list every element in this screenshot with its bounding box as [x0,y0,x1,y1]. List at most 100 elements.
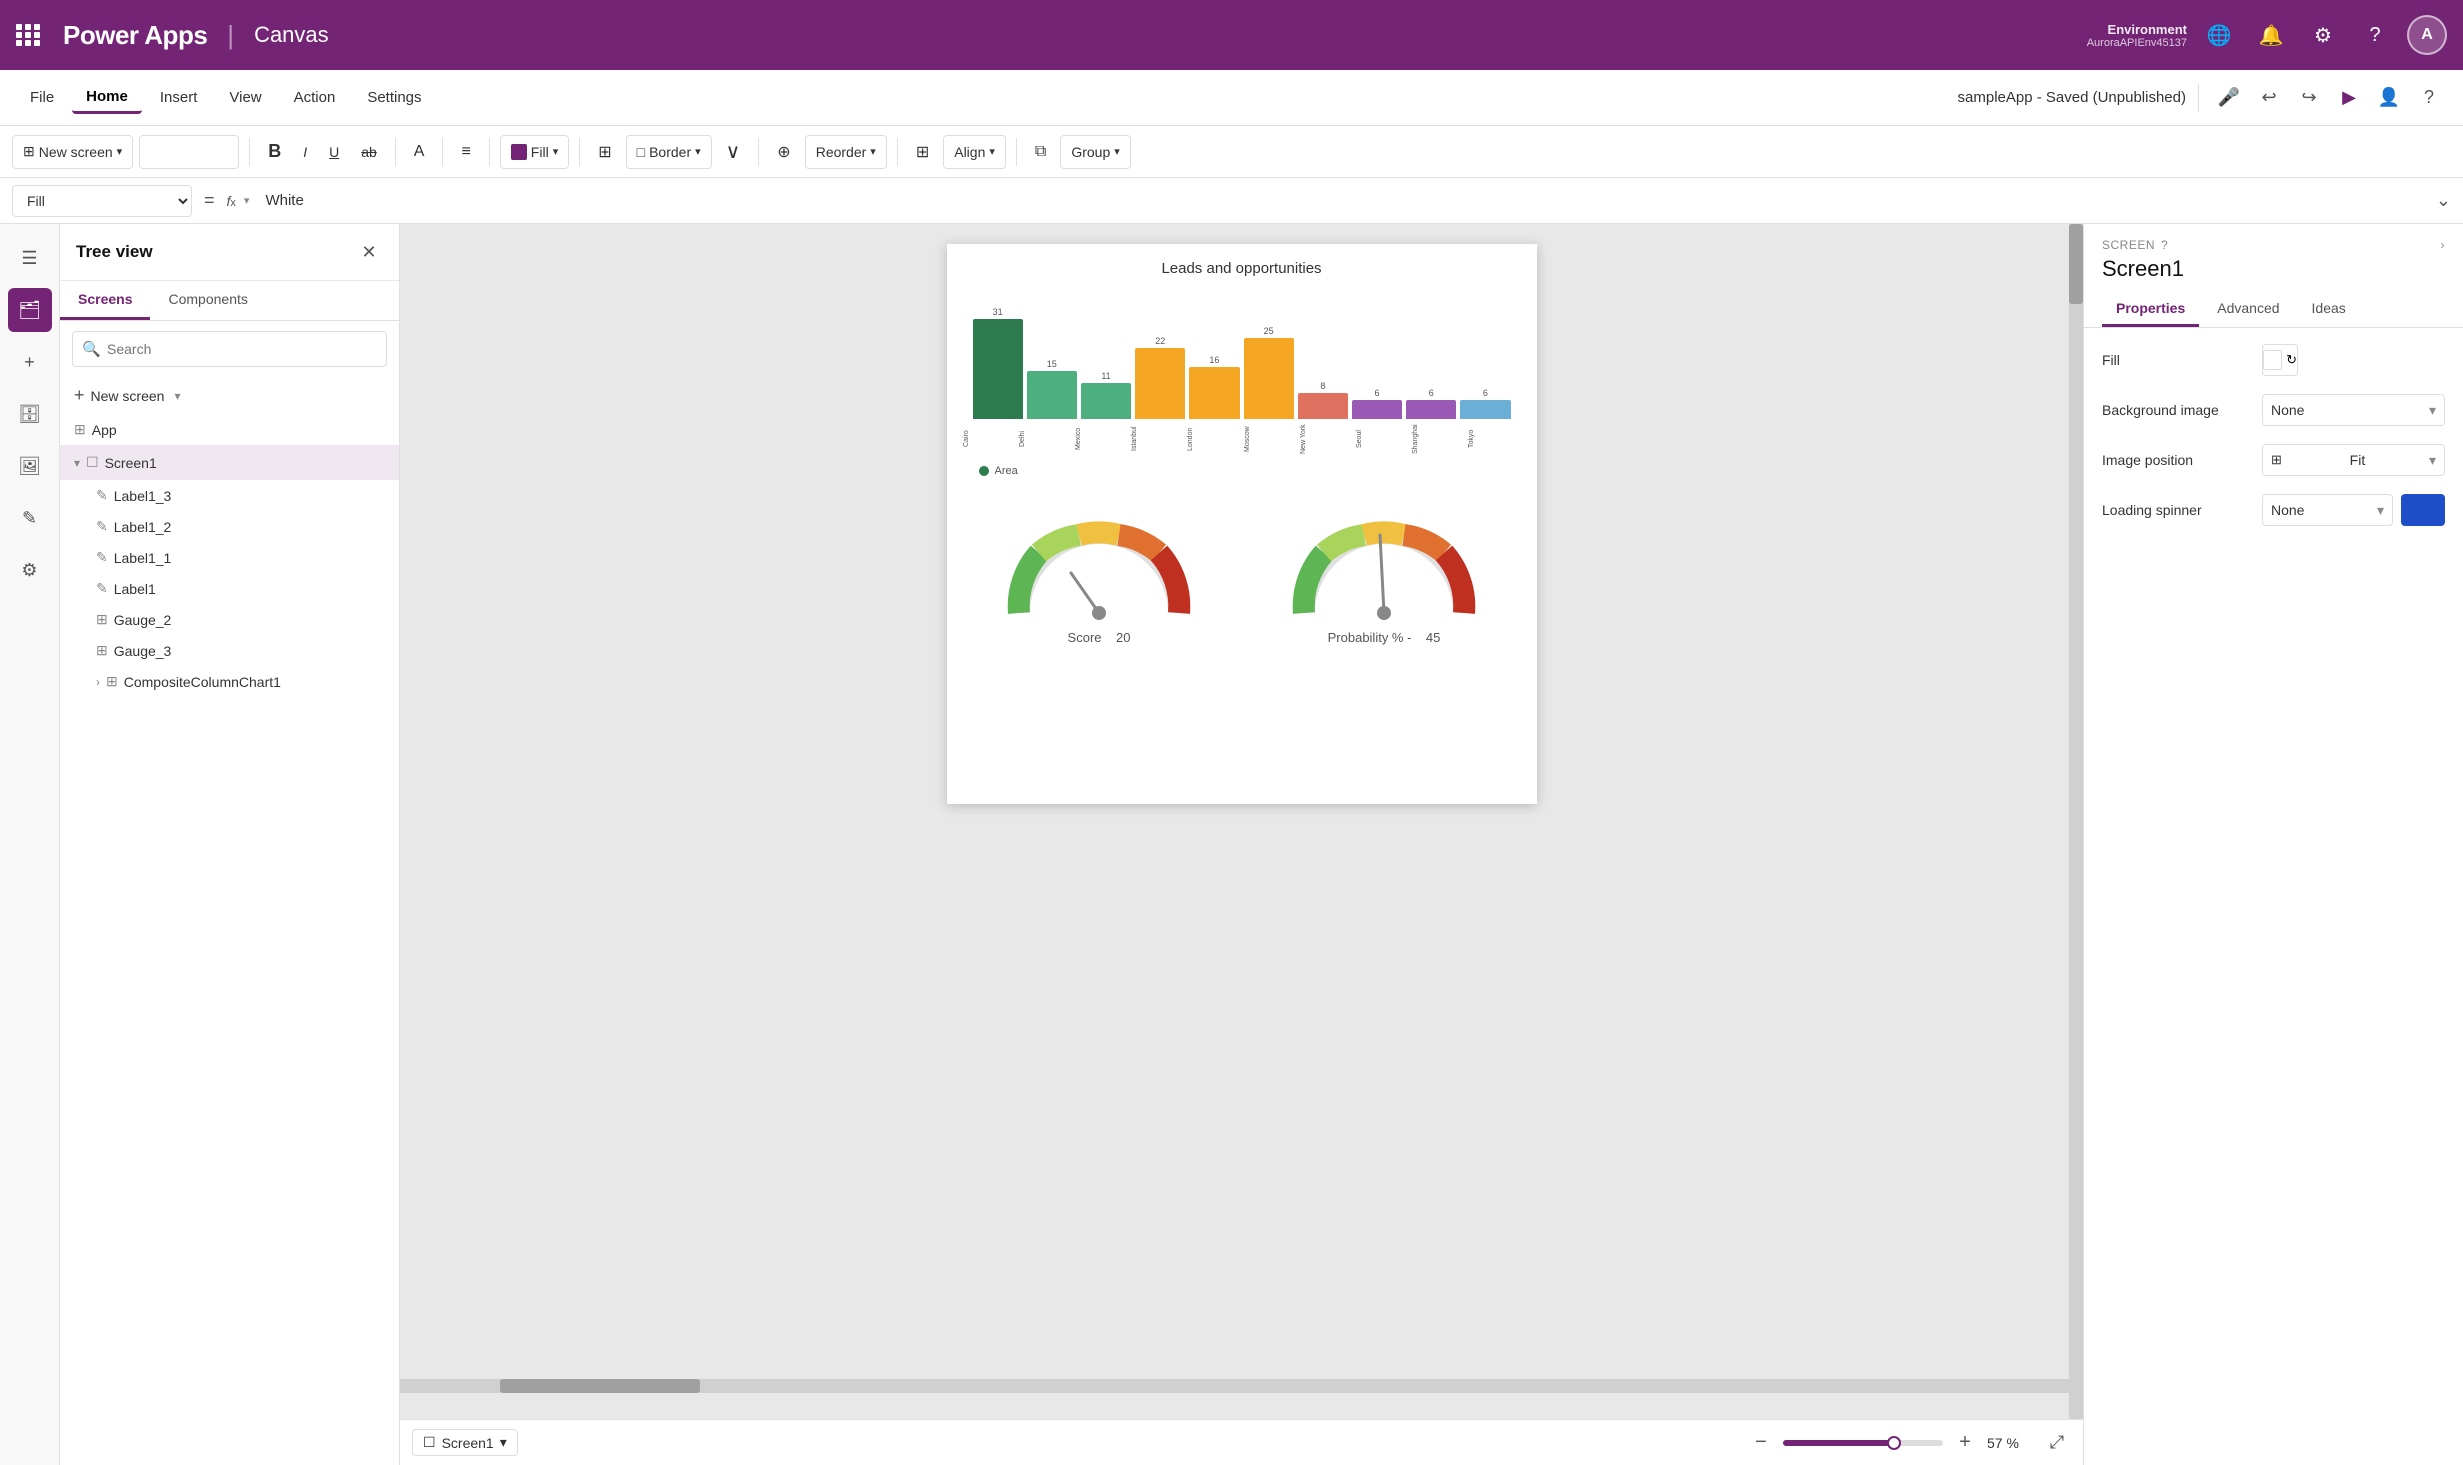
zoom-thumb[interactable] [1887,1436,1901,1450]
expand-formula-icon[interactable]: ⌄ [2436,190,2451,211]
main-layout: ☰ 🗂 + 🗄 🖼 ✎ ⚙ Tree view ✕ Screens Compon… [0,224,2463,1465]
tree-item-label1-2[interactable]: ✎ Label1_2 [60,511,399,542]
group-chevron: ▾ [1114,145,1120,158]
tree-item-app[interactable]: ⊞ App [60,414,399,445]
table-icon[interactable]: ⊞ [590,135,619,169]
help-menu-icon[interactable]: ? [2411,80,2447,116]
toolbar-sep2 [395,138,396,166]
bar-delhi: 15 [1027,359,1077,419]
menu-home[interactable]: Home [72,82,142,114]
help-icon[interactable]: ? [2355,15,2395,55]
loading-spinner-select[interactable]: None ▾ [2262,494,2393,526]
chart-title: Leads and opportunities [963,260,1521,277]
new-screen-button[interactable]: ⊞ New screen ▾ [12,135,133,169]
canvas-frame[interactable]: Leads and opportunities 31 15 11 [947,244,1537,804]
background-image-value: None [2271,402,2304,418]
tree-item-label1-1[interactable]: ✎ Label1_1 [60,542,399,573]
toolbar: ⊞ New screen ▾ B I U ab A ≡ Fill ▾ ⊞ □ B… [0,126,2463,178]
reorder-button[interactable]: Reorder ▾ [805,135,887,169]
horizontal-scrollbar-thumb[interactable] [500,1379,700,1393]
property-selector[interactable]: Fill [12,185,192,217]
fill-chevron: ▾ [553,145,559,158]
formula-input[interactable] [257,185,2427,217]
bold-button[interactable]: B [260,135,289,169]
label-icon: ✎ [96,580,108,597]
tree-item-label1[interactable]: ✎ Label1 [60,573,399,604]
tree-item-gauge2[interactable]: ⊞ Gauge_2 [60,604,399,635]
sidebar-components[interactable]: ⚙ [8,548,52,592]
tab-screens[interactable]: Screens [60,281,150,320]
strikethrough-button[interactable]: ab [353,135,385,169]
menu-view[interactable]: View [215,83,275,112]
new-screen-button[interactable]: + New screen ▾ [60,377,399,414]
vertical-scrollbar-thumb[interactable] [2069,224,2083,304]
align-text-button[interactable]: ≡ [453,135,478,169]
bell-icon[interactable]: 🔔 [2251,15,2291,55]
align-icon[interactable]: ⊞ [908,135,937,169]
align-button[interactable]: Align ▾ [943,135,1006,169]
canvas-scroll[interactable]: Leads and opportunities 31 15 11 [400,224,2083,1419]
sidebar-variables[interactable]: ✎ [8,496,52,540]
italic-button[interactable]: I [295,135,315,169]
microphone-icon[interactable]: 🎤 [2211,80,2247,116]
section-help-icon[interactable]: ? [2161,238,2168,252]
sidebar-treeview[interactable]: 🗂 [8,288,52,332]
search-input[interactable] [72,331,387,367]
fullscreen-button[interactable]: ⤢ [2043,1429,2071,1457]
tab-ideas[interactable]: Ideas [2298,292,2360,327]
fill-button[interactable]: Fill ▾ [500,135,569,169]
settings-icon[interactable]: ⚙ [2303,15,2343,55]
sidebar-add[interactable]: + [8,340,52,384]
zoom-out-button[interactable]: − [1747,1429,1775,1457]
person-icon[interactable]: 👤 [2371,80,2407,116]
vertical-scrollbar[interactable] [2069,224,2083,1419]
tab-components[interactable]: Components [150,281,265,320]
background-image-select[interactable]: None ▾ [2262,394,2445,426]
environment-icon[interactable]: 🌐 [2199,15,2239,55]
waffle-icon[interactable] [16,24,41,46]
spinner-color-swatch[interactable] [2401,494,2445,526]
bar-chart: 31 15 11 22 [963,289,1521,419]
menu-settings[interactable]: Settings [353,83,435,112]
reorder-icon[interactable]: ⊕ [769,135,798,169]
new-screen-icon: ⊞ [23,143,35,160]
tree-close-button[interactable]: ✕ [355,238,383,266]
menu-file[interactable]: File [16,83,68,112]
underline-button[interactable]: U [321,135,347,169]
horizontal-scrollbar[interactable] [400,1379,2069,1393]
undo-icon[interactable]: ↩ [2251,80,2287,116]
border-button[interactable]: □ Border ▾ [626,135,712,169]
gauge1-label: Score 20 [999,630,1199,645]
down-chevron-button[interactable]: ∨ [718,135,749,169]
font-selector[interactable] [139,135,239,169]
sidebar-data[interactable]: 🗄 [8,392,52,436]
image-position-select[interactable]: ⊞ Fit ▾ [2262,444,2445,476]
panel-expand-icon[interactable]: › [2441,238,2446,252]
gauge1: Score 20 [999,513,1199,645]
font-color-button[interactable]: A [406,135,433,169]
tree-item-label1-3[interactable]: ✎ Label1_3 [60,480,399,511]
zoom-slider[interactable] [1783,1440,1943,1446]
play-icon[interactable]: ▶ [2331,80,2367,116]
group-button[interactable]: Group ▾ [1060,135,1130,169]
menu-action[interactable]: Action [280,83,350,112]
menu-insert[interactable]: Insert [146,83,212,112]
sidebar-media[interactable]: 🖼 [8,444,52,488]
env-label: Environment [2087,22,2187,37]
tree-item-chart1[interactable]: › ⊞ CompositeColumnChart1 [60,666,399,697]
redo-icon[interactable]: ↪ [2291,80,2327,116]
logo-separator: | [227,20,234,51]
avatar[interactable]: A [2407,15,2447,55]
tab-properties[interactable]: Properties [2102,292,2199,327]
sidebar-toggle[interactable]: ☰ [8,236,52,280]
group-icon[interactable]: ⧉ [1027,135,1054,169]
screen-selector[interactable]: ☐ Screen1 ▾ [412,1429,518,1456]
image-position-value: Fit [2350,452,2366,468]
tree-item-gauge3[interactable]: ⊞ Gauge_3 [60,635,399,666]
zoom-in-button[interactable]: + [1951,1429,1979,1457]
loading-spinner-controls: None ▾ [2262,494,2445,526]
canvas-bottom-bar: ☐ Screen1 ▾ − + 57 % ⤢ [400,1419,2083,1465]
fill-color-button[interactable]: ↻ [2262,344,2298,376]
tab-advanced[interactable]: Advanced [2203,292,2293,327]
tree-item-screen1[interactable]: ▾ ☐ Screen1 ⋯ [60,445,399,480]
